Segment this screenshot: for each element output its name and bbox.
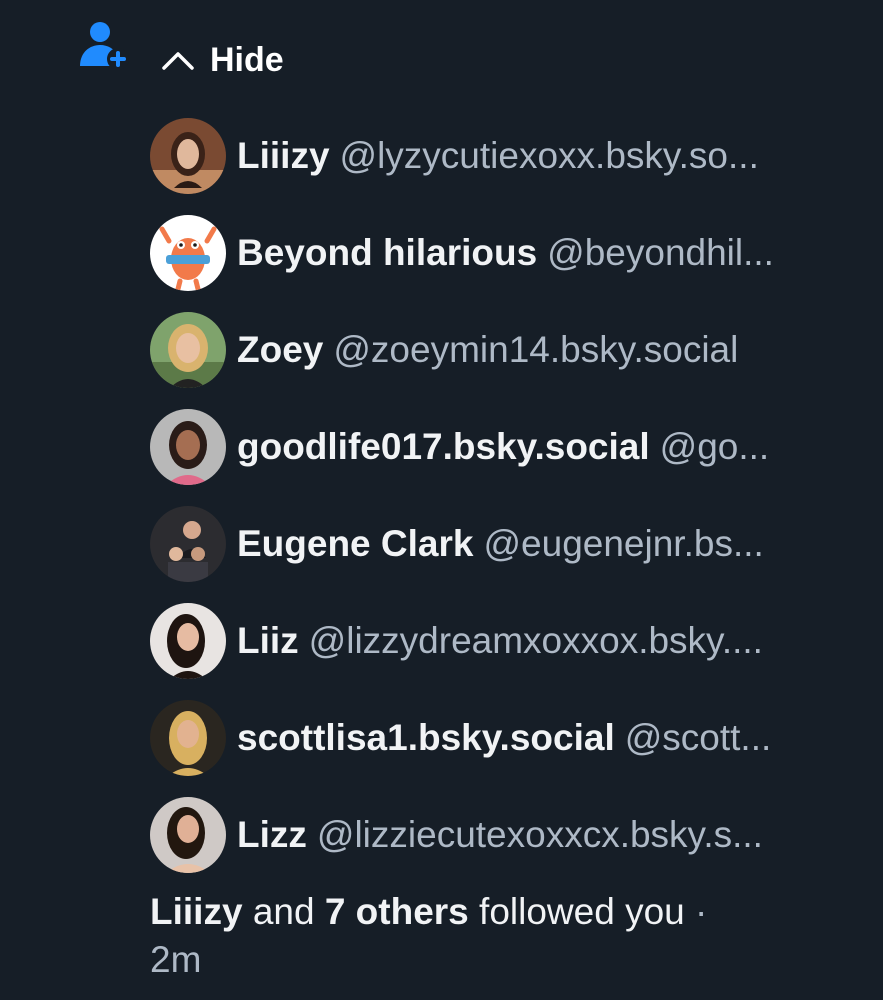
follower-name: goodlife017.bsky.social	[237, 426, 650, 467]
follower-handle: @go...	[659, 426, 770, 467]
avatar[interactable]	[150, 409, 226, 485]
summary-timestamp: 2m	[150, 939, 202, 980]
avatar[interactable]	[150, 312, 226, 388]
follower-handle: @eugenejnr.bs...	[483, 523, 764, 564]
follower-row[interactable]: Zoey @zoeymin14.bsky.social	[150, 312, 855, 409]
follower-name: Beyond hilarious	[237, 232, 538, 273]
hide-label: Hide	[210, 40, 284, 79]
follower-name: Lizz	[237, 814, 307, 855]
notification-summary: Liiizy and 7 others followed you · 2m	[150, 888, 830, 984]
hide-toggle-button[interactable]: Hide	[160, 38, 284, 82]
person-add-icon	[78, 18, 132, 72]
follower-name: Eugene Clark	[237, 523, 474, 564]
follower-handle: @scott...	[624, 717, 772, 758]
follower-handle: @lizziecutexoxxcx.bsky.s...	[316, 814, 763, 855]
avatar[interactable]	[150, 506, 226, 582]
chevron-up-icon	[160, 48, 196, 72]
follower-name: Liiz	[237, 620, 299, 661]
follower-row[interactable]: Liiz @lizzydreamxoxxox.bsky....	[150, 603, 855, 700]
follower-name: Zoey	[237, 329, 324, 370]
summary-first-name[interactable]: Liiizy	[150, 891, 243, 932]
summary-action: followed you	[479, 891, 685, 932]
follower-handle: @beyondhil...	[547, 232, 774, 273]
follower-row[interactable]: Beyond hilarious @beyondhil...	[150, 215, 855, 312]
follower-row[interactable]: Eugene Clark @eugenejnr.bs...	[150, 506, 855, 603]
follower-handle: @zoeymin14.bsky.social	[333, 329, 739, 370]
avatar[interactable]	[150, 118, 226, 194]
summary-others[interactable]: 7 others	[325, 891, 469, 932]
follower-name: Liiizy	[237, 135, 330, 176]
avatar[interactable]	[150, 700, 226, 776]
follower-name: scottlisa1.bsky.social	[237, 717, 615, 758]
follower-list: Liiizy @lyzycutiexoxx.bsky.so... Beyond h…	[150, 118, 855, 894]
summary-separator: ·	[695, 891, 708, 932]
summary-conj: and	[252, 891, 315, 932]
follower-row[interactable]: goodlife017.bsky.social @go...	[150, 409, 855, 506]
follower-row[interactable]: scottlisa1.bsky.social @scott...	[150, 700, 855, 797]
follower-row[interactable]: Liiizy @lyzycutiexoxx.bsky.so...	[150, 118, 855, 215]
avatar[interactable]	[150, 215, 226, 291]
follower-handle: @lizzydreamxoxxox.bsky....	[308, 620, 763, 661]
avatar[interactable]	[150, 603, 226, 679]
avatar[interactable]	[150, 797, 226, 873]
follower-row[interactable]: Lizz @lizziecutexoxxcx.bsky.s...	[150, 797, 855, 894]
follower-handle: @lyzycutiexoxx.bsky.so...	[339, 135, 759, 176]
